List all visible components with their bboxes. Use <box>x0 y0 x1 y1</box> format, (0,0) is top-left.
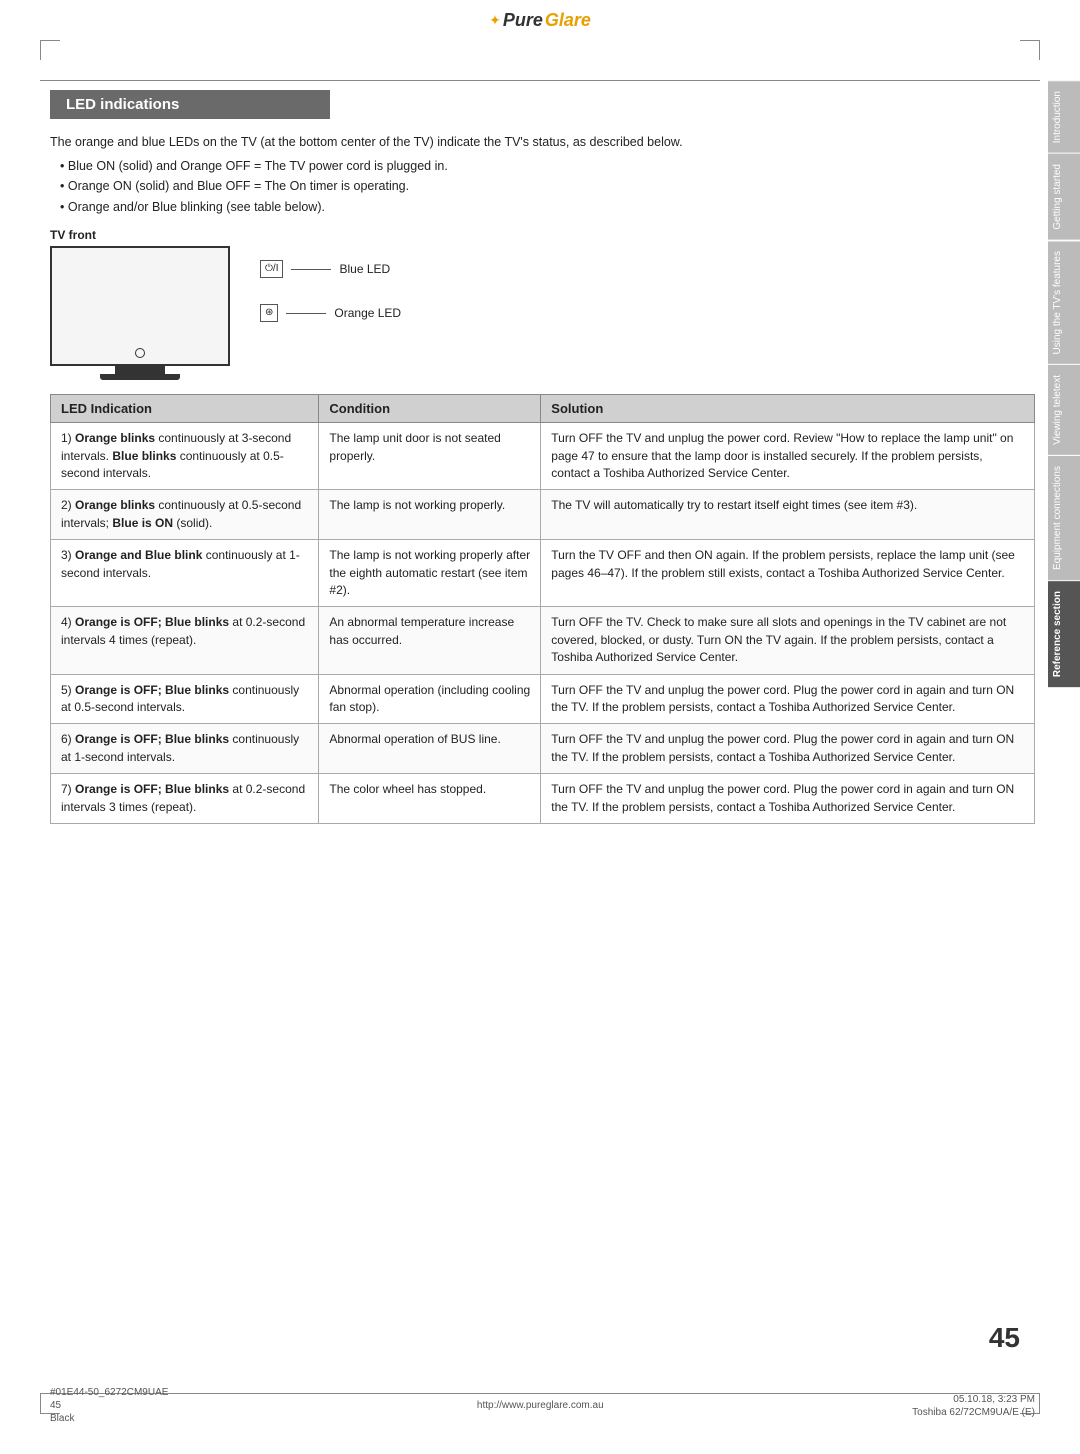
tv-base <box>100 374 180 380</box>
logo-star: ✦ <box>489 12 501 29</box>
logo: ✦ Pure Glare <box>489 10 591 31</box>
intro-text: The orange and blue LEDs on the TV (at t… <box>50 133 1035 152</box>
tab-introduction[interactable]: Introduction <box>1048 80 1080 153</box>
tv-stand <box>115 366 165 374</box>
cell-indication: 4) Orange is OFF; Blue blinks at 0.2-sec… <box>51 607 319 674</box>
tab-getting-started[interactable]: Getting started <box>1048 153 1080 240</box>
cell-condition: Abnormal operation (including cooling fa… <box>319 674 541 724</box>
footer-model: Toshiba 62/72CM9UA/E (E) <box>912 1407 1035 1418</box>
logo-glare: Glare <box>545 10 591 31</box>
cell-condition: The lamp is not working properly. <box>319 490 541 540</box>
th-led-indication: LED Indication <box>51 395 319 423</box>
footer-color: Black <box>50 1413 168 1424</box>
tab-using-features[interactable]: Using the TV's features <box>1048 240 1080 364</box>
th-solution: Solution <box>541 395 1035 423</box>
orange-led-label: Orange LED <box>334 306 401 320</box>
cell-solution: Turn OFF the TV and unplug the power cor… <box>541 724 1035 774</box>
table-row: 1) Orange blinks continuously at 3-secon… <box>51 423 1035 490</box>
cell-solution: Turn OFF the TV. Check to make sure all … <box>541 607 1035 674</box>
footer-center: http://www.pureglare.com.au <box>477 1400 604 1411</box>
cell-indication: 6) Orange is OFF; Blue blinks continuous… <box>51 724 319 774</box>
cell-indication: 2) Orange blinks continuously at 0.5-sec… <box>51 490 319 540</box>
table-row: 3) Orange and Blue blink continuously at… <box>51 540 1035 607</box>
tv-box <box>50 246 230 366</box>
main-content: LED indications The orange and blue LEDs… <box>50 90 1035 1389</box>
th-condition: Condition <box>319 395 541 423</box>
cell-condition: The lamp unit door is not seated properl… <box>319 423 541 490</box>
orange-led-symbol: ⊛ <box>265 307 273 319</box>
footer-page-num: 45 <box>50 1400 168 1411</box>
table-row: 6) Orange is OFF; Blue blinks continuous… <box>51 724 1035 774</box>
cell-condition: The lamp is not working properly after t… <box>319 540 541 607</box>
tv-indicator <box>135 348 145 358</box>
indication-table: LED Indication Condition Solution 1) Ora… <box>50 394 1035 824</box>
footer-doc-id: #01E44-50_6272CM9UAE <box>50 1387 168 1398</box>
blue-led-label: Blue LED <box>339 262 390 276</box>
orange-led-icon: ⊛ <box>260 304 278 322</box>
cell-indication: 5) Orange is OFF; Blue blinks continuous… <box>51 674 319 724</box>
cell-indication: 3) Orange and Blue blink continuously at… <box>51 540 319 607</box>
blue-led-icon: ⏻/I <box>260 260 283 278</box>
table-row: 5) Orange is OFF; Blue blinks continuous… <box>51 674 1035 724</box>
cell-indication: 7) Orange is OFF; Blue blinks at 0.2-sec… <box>51 774 319 824</box>
cell-solution: Turn OFF the TV and unplug the power cor… <box>541 674 1035 724</box>
corner-mark-tr <box>1020 40 1040 60</box>
cell-condition: An abnormal temperature increase has occ… <box>319 607 541 674</box>
led-labels-column: ⏻/I Blue LED ⊛ Orange LED <box>260 260 401 322</box>
bullet-1: Blue ON (solid) and Orange OFF = The TV … <box>60 158 1035 176</box>
table-header-row: LED Indication Condition Solution <box>51 395 1035 423</box>
orange-led-line <box>286 313 326 314</box>
cell-solution: The TV will automatically try to restart… <box>541 490 1035 540</box>
tv-diagram-area: TV front ⏻/I Blue LED ⊛ <box>50 228 1035 380</box>
footer-right: 05.10.18, 3:23 PM Toshiba 62/72CM9UA/E (… <box>912 1394 1035 1418</box>
bullet-list: Blue ON (solid) and Orange OFF = The TV … <box>60 158 1035 217</box>
table-row: 2) Orange blinks continuously at 0.5-sec… <box>51 490 1035 540</box>
cell-solution: Turn OFF the TV and unplug the power cor… <box>541 774 1035 824</box>
corner-mark-tl <box>40 40 60 60</box>
blue-led-symbol: ⏻/I <box>265 263 278 275</box>
footer-date: 05.10.18, 3:23 PM <box>953 1394 1035 1405</box>
bullet-2: Orange ON (solid) and Blue OFF = The On … <box>60 178 1035 196</box>
cell-solution: Turn OFF the TV and unplug the power cor… <box>541 423 1035 490</box>
cell-condition: Abnormal operation of BUS line. <box>319 724 541 774</box>
table-row: 4) Orange is OFF; Blue blinks at 0.2-sec… <box>51 607 1035 674</box>
tv-diagram-label: TV front <box>50 228 230 242</box>
logo-pure: Pure <box>503 10 543 31</box>
section-title: LED indications <box>50 90 330 119</box>
bullet-3: Orange and/or Blue blinking (see table b… <box>60 199 1035 217</box>
blue-led-line <box>291 269 331 270</box>
table-row: 7) Orange is OFF; Blue blinks at 0.2-sec… <box>51 774 1035 824</box>
sidebar-tabs: Introduction Getting started Using the T… <box>1048 80 1080 687</box>
blue-led-row: ⏻/I Blue LED <box>260 260 401 278</box>
footer-left: #01E44-50_6272CM9UAE 45 Black <box>50 1387 168 1424</box>
orange-led-row: ⊛ Orange LED <box>260 304 401 322</box>
tab-viewing-teletext[interactable]: Viewing teletext <box>1048 364 1080 455</box>
tab-reference-section[interactable]: Reference section <box>1048 580 1080 687</box>
cell-condition: The color wheel has stopped. <box>319 774 541 824</box>
tab-equipment-connections[interactable]: Equipment connections <box>1048 455 1080 580</box>
footer: #01E44-50_6272CM9UAE 45 Black http://www… <box>50 1387 1035 1424</box>
cell-solution: Turn the TV OFF and then ON again. If th… <box>541 540 1035 607</box>
cell-indication: 1) Orange blinks continuously at 3-secon… <box>51 423 319 490</box>
page-border-top <box>40 80 1040 81</box>
tv-diagram: TV front <box>50 228 230 380</box>
